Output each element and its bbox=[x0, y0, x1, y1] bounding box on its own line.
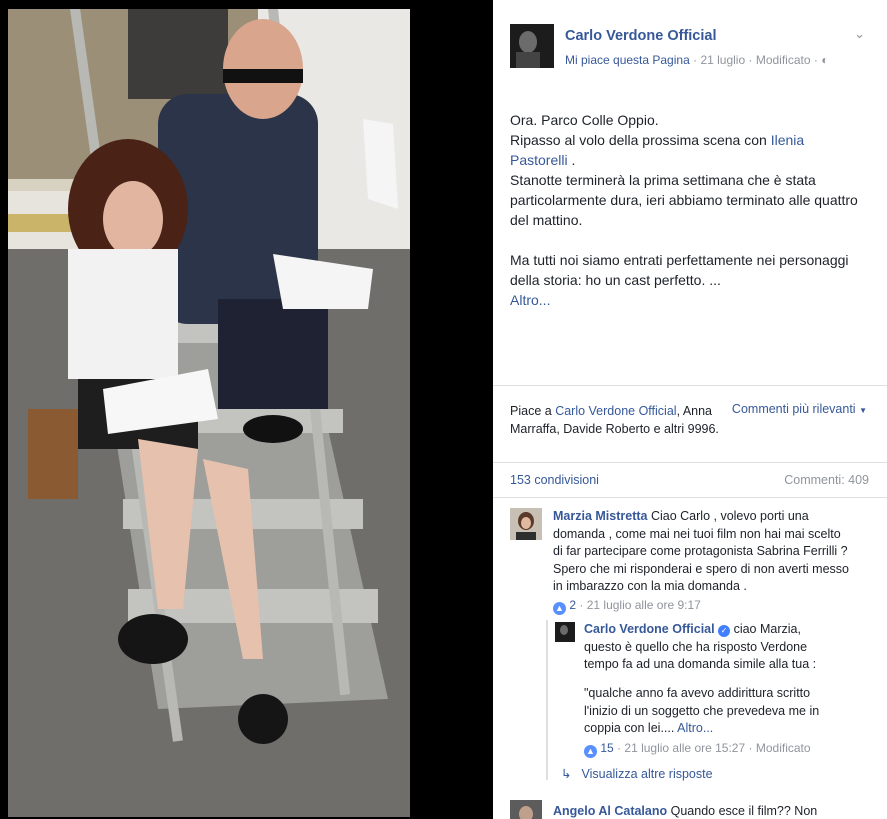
comments-count[interactable]: Commenti: 409 bbox=[784, 473, 869, 487]
reply-meta: ▲ 15 · 21 luglio alle ore 15:27 · Modifi… bbox=[584, 741, 811, 758]
comment-text: Quando esce il film?? Non bbox=[670, 804, 818, 818]
likes-prefix: Piace a bbox=[510, 404, 552, 418]
like-count[interactable]: 15 bbox=[600, 741, 613, 755]
see-more-link[interactable]: Altro... bbox=[510, 290, 860, 310]
reply-edited-label[interactable]: Modificato bbox=[756, 741, 811, 755]
avatar[interactable] bbox=[555, 622, 575, 642]
comment-body: Marzia Mistretta Ciao Carlo , volevo por… bbox=[553, 508, 853, 596]
sort-label: Commenti più rilevanti bbox=[731, 402, 856, 416]
reply-body-continued: "qualche anno fa avevo addirittura scrit… bbox=[584, 685, 834, 738]
post-header: Carlo Verdone Official Mi piace questa P… bbox=[510, 24, 877, 74]
reply-body: Carlo Verdone Official ✓ ciao Marzia, qu… bbox=[584, 621, 834, 674]
page-name[interactable]: Carlo Verdone Official bbox=[565, 28, 717, 44]
post-line: Ripasso al volo della prossima scena con… bbox=[510, 130, 860, 170]
meta-dot: · bbox=[748, 741, 756, 755]
verified-badge-icon: ✓ bbox=[718, 625, 731, 637]
like-count[interactable]: 2 bbox=[569, 598, 576, 612]
post-date[interactable]: 21 luglio bbox=[700, 53, 745, 67]
divider bbox=[493, 385, 887, 386]
reply-author-name[interactable]: Carlo Verdone Official bbox=[584, 622, 715, 636]
post-text: Ora. Parco Colle Oppio. Ripasso al volo … bbox=[510, 110, 860, 310]
more-replies-label: Visualizza altre risposte bbox=[581, 767, 713, 781]
reply-thread-line bbox=[546, 620, 548, 780]
page-avatar[interactable] bbox=[510, 24, 554, 68]
photo-viewer bbox=[0, 0, 493, 819]
chevron-down-icon[interactable]: ⌄ bbox=[854, 26, 865, 42]
meta-dot: · bbox=[748, 53, 756, 67]
post-panel: Carlo Verdone Official Mi piace questa P… bbox=[493, 0, 887, 819]
caret-down-icon: ▼ bbox=[859, 406, 867, 415]
post-line: Ora. Parco Colle Oppio. bbox=[510, 112, 659, 128]
reply-see-more-link[interactable]: Altro... bbox=[677, 721, 713, 735]
comment-meta: ▲ 2 · 21 luglio alle ore 9:17 bbox=[553, 598, 701, 615]
like-thumb-icon: ▲ bbox=[553, 602, 566, 615]
post-text-fragment: . bbox=[571, 152, 576, 168]
post-text-fragment: Ripasso al volo della prossima scena con bbox=[510, 132, 767, 148]
avatar[interactable] bbox=[510, 800, 542, 819]
post-line: Stanotte terminerà la prima settimana ch… bbox=[510, 172, 858, 228]
like-thumb-icon: ▲ bbox=[584, 745, 597, 758]
post-paragraph: Ma tutti noi siamo entrati perfettamente… bbox=[510, 252, 849, 288]
meta-dot: · bbox=[579, 598, 587, 612]
reply-arrow-icon: ↳ bbox=[561, 767, 572, 781]
reactions-summary: Piace a Carlo Verdone Official, Anna Mar… bbox=[510, 402, 720, 438]
post-meta: Mi piace questa Pagina · 21 luglio · Mod… bbox=[565, 53, 828, 67]
liker-link[interactable]: Carlo Verdone Official bbox=[555, 404, 676, 418]
comment-body: Angelo Al Catalano Quando esce il film??… bbox=[553, 803, 853, 819]
commenter-name[interactable]: Angelo Al Catalano bbox=[553, 804, 667, 818]
comment-sort-dropdown[interactable]: Commenti più rilevanti ▼ bbox=[732, 402, 867, 416]
reply-date[interactable]: 21 luglio alle ore 15:27 bbox=[624, 741, 745, 755]
edited-label[interactable]: Modificato bbox=[756, 53, 811, 67]
globe-icon: ◐ bbox=[821, 53, 829, 67]
comment-date[interactable]: 21 luglio alle ore 9:17 bbox=[587, 598, 701, 612]
divider bbox=[493, 497, 887, 498]
more-replies-link[interactable]: ↳ Visualizza altre risposte bbox=[561, 766, 713, 781]
like-page-link[interactable]: Mi piace questa Pagina bbox=[565, 53, 690, 67]
post-photo[interactable] bbox=[8, 9, 410, 817]
divider bbox=[493, 462, 887, 463]
commenter-name[interactable]: Marzia Mistretta bbox=[553, 509, 647, 523]
avatar[interactable] bbox=[510, 508, 542, 540]
shares-link[interactable]: 153 condivisioni bbox=[510, 473, 599, 487]
